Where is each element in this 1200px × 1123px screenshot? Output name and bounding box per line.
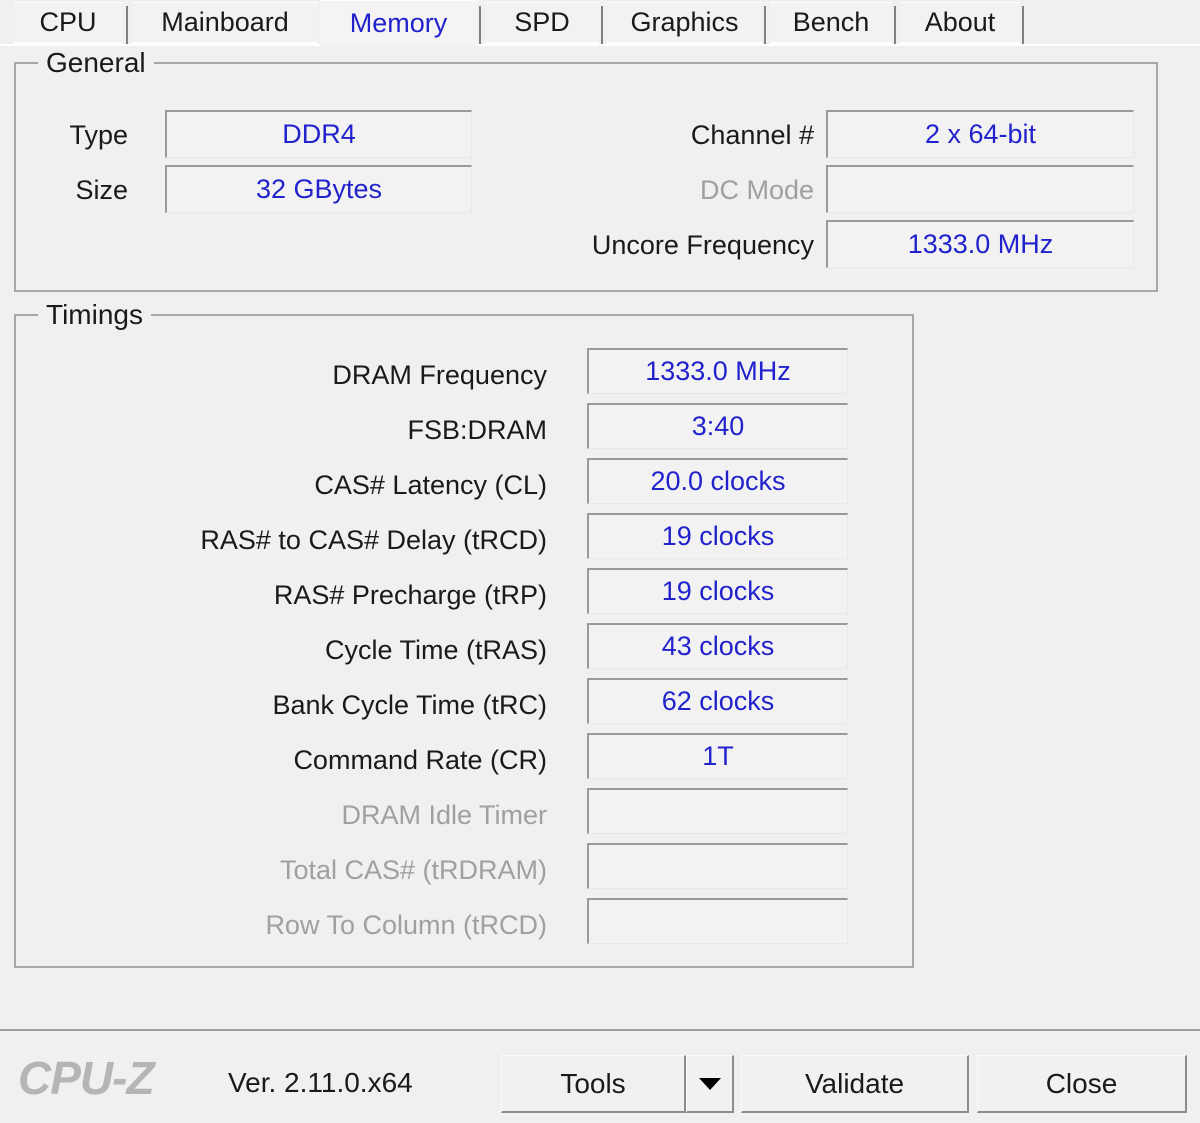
- tab-cpu[interactable]: CPU: [14, 2, 122, 44]
- dram-frequency-label: DRAM Frequency: [332, 360, 547, 390]
- tab-spd-label: SPD: [514, 7, 570, 37]
- tab-about[interactable]: About: [900, 2, 1020, 44]
- tab-bench-label: Bench: [792, 7, 870, 37]
- tab-separator: [601, 6, 603, 44]
- uncore-frequency-value: 1333.0 MHz: [826, 220, 1134, 268]
- tab-memory[interactable]: Memory: [320, 0, 477, 46]
- tools-dropdown-button[interactable]: [686, 1055, 734, 1113]
- channel-value: 2 x 64-bit: [826, 110, 1134, 158]
- cas-latency-value: 20.0 clocks: [587, 458, 848, 504]
- memory-panel: General Type DDR4 Size 32 GBytes Channel…: [0, 46, 1200, 1029]
- validate-button-label: Validate: [804, 1067, 905, 1099]
- cas-latency-label: CAS# Latency (CL): [314, 470, 547, 500]
- tab-mainboard[interactable]: Mainboard: [132, 2, 318, 44]
- type-label: Type: [69, 120, 128, 150]
- dc-mode-value: [826, 165, 1134, 213]
- version-label: Ver. 2.11.0.x64: [228, 1067, 413, 1098]
- tab-spd[interactable]: SPD: [485, 2, 599, 44]
- tab-graphics[interactable]: Graphics: [607, 2, 762, 44]
- fsb-dram-label: FSB:DRAM: [407, 415, 547, 445]
- close-button[interactable]: Close: [977, 1055, 1187, 1113]
- cycle-time-value: 43 clocks: [587, 623, 848, 669]
- uncore-frequency-label: Uncore Frequency: [591, 230, 814, 260]
- size-value: 32 GBytes: [165, 165, 472, 213]
- tab-memory-label: Memory: [349, 8, 448, 38]
- total-cas-value: [587, 843, 848, 889]
- validate-button[interactable]: Validate: [741, 1055, 969, 1113]
- bank-cycle-time-label: Bank Cycle Time (tRC): [272, 690, 547, 720]
- cpuz-logo: CPU-Z: [18, 1052, 155, 1104]
- tab-about-label: About: [924, 7, 996, 37]
- timings-group-title: Timings: [38, 299, 151, 331]
- dc-mode-label: DC Mode: [699, 175, 814, 205]
- general-group-title: General: [38, 47, 154, 79]
- ras-to-cas-delay-label: RAS# to CAS# Delay (tRCD): [200, 525, 547, 555]
- ras-precharge-label: RAS# Precharge (tRP): [273, 580, 547, 610]
- channel-label: Channel #: [690, 120, 814, 150]
- tab-separator: [479, 6, 481, 44]
- tab-bar: CPU Mainboard Memory SPD Graphics Bench …: [0, 0, 1200, 46]
- tab-cpu-label: CPU: [39, 7, 97, 37]
- tab-separator: [1022, 6, 1024, 44]
- tab-separator: [764, 6, 766, 44]
- ras-precharge-value: 19 clocks: [587, 568, 848, 614]
- size-label: Size: [75, 175, 128, 205]
- row-to-column-value: [587, 898, 848, 944]
- tab-separator: [894, 6, 896, 44]
- dram-idle-timer-label: DRAM Idle Timer: [341, 800, 547, 830]
- bank-cycle-time-value: 62 clocks: [587, 678, 848, 724]
- tools-button-label: Tools: [560, 1067, 626, 1099]
- type-value: DDR4: [165, 110, 472, 158]
- close-button-label: Close: [1045, 1067, 1118, 1099]
- fsb-dram-value: 3:40: [587, 403, 848, 449]
- tab-mainboard-label: Mainboard: [161, 7, 289, 37]
- caret-down-icon: [698, 1077, 721, 1090]
- dram-frequency-value: 1333.0 MHz: [587, 348, 848, 394]
- tab-graphics-label: Graphics: [630, 7, 739, 37]
- dram-idle-timer-value: [587, 788, 848, 834]
- command-rate-value: 1T: [587, 733, 848, 779]
- cycle-time-label: Cycle Time (tRAS): [324, 635, 547, 665]
- tools-button[interactable]: Tools: [501, 1055, 686, 1113]
- command-rate-label: Command Rate (CR): [293, 745, 547, 775]
- row-to-column-label: Row To Column (tRCD): [265, 910, 547, 940]
- tab-separator: [126, 6, 128, 44]
- tab-bench[interactable]: Bench: [770, 2, 892, 44]
- ras-to-cas-delay-value: 19 clocks: [587, 513, 848, 559]
- total-cas-label: Total CAS# (tRDRAM): [279, 855, 547, 885]
